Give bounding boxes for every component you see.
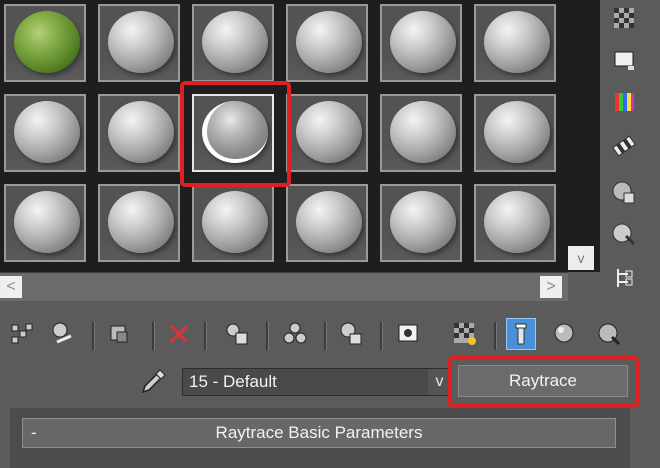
material-preview-sphere [108, 101, 174, 163]
toolbar-separator [152, 322, 155, 350]
material-sample-slot[interactable] [286, 4, 368, 82]
material-preview-sphere [108, 11, 174, 73]
material-sample-slot[interactable] [98, 184, 180, 262]
toolbar-separator [92, 322, 95, 350]
scroll-down-button[interactable]: v [568, 246, 594, 270]
make-preview-icon[interactable] [608, 218, 640, 250]
material-sample-slot[interactable] [380, 184, 462, 262]
backlight-icon[interactable] [608, 44, 640, 76]
scroll-right-button[interactable]: > [540, 276, 562, 298]
scroll-left-button[interactable]: < [0, 276, 22, 298]
assign-to-selection-icon[interactable] [104, 318, 134, 350]
toolbar-separator [494, 322, 497, 350]
material-sample-slot[interactable] [286, 94, 368, 172]
material-sample-slot[interactable] [474, 184, 556, 262]
material-preview-sphere [14, 191, 80, 253]
material-sample-slot[interactable] [98, 94, 180, 172]
show-end-result-icon[interactable] [450, 318, 480, 350]
material-preview-sphere [296, 191, 362, 253]
material-sample-slot[interactable] [192, 4, 274, 82]
background-icon[interactable] [608, 86, 640, 118]
get-material-icon[interactable] [8, 318, 38, 350]
make-unique-icon[interactable] [222, 318, 252, 350]
material-preview-sphere [108, 191, 174, 253]
material-preview-sphere [390, 191, 456, 253]
material-preview-sphere [14, 11, 80, 73]
material-preview-sphere [484, 191, 550, 253]
material-sample-slot[interactable] [98, 4, 180, 82]
video-color-check-icon[interactable] [608, 176, 640, 208]
material-preview-sphere [296, 11, 362, 73]
toolbar-separator [380, 322, 383, 350]
go-forward-sibling-icon[interactable] [550, 318, 580, 350]
pick-material-eyedropper-icon[interactable] [140, 366, 168, 396]
material-preview-sphere [202, 11, 268, 73]
material-sample-slot[interactable] [286, 184, 368, 262]
rollout-title: Raytrace Basic Parameters [215, 423, 423, 442]
sample-slots-grid [0, 0, 600, 272]
show-in-viewport-icon[interactable] [394, 318, 424, 350]
selected-slot-highlight [180, 81, 291, 187]
material-map-navigator-icon[interactable] [594, 318, 624, 350]
material-type-highlight [448, 356, 639, 408]
material-sample-slot[interactable] [474, 94, 556, 172]
material-id-channel-icon[interactable] [336, 318, 366, 350]
sample-type-icon[interactable] [608, 2, 640, 34]
material-preview-sphere [14, 101, 80, 163]
material-sample-slot[interactable] [380, 94, 462, 172]
horizontal-scrollbar[interactable]: < > [0, 272, 568, 301]
material-sample-slot[interactable] [4, 4, 86, 82]
material-preview-sphere [202, 191, 268, 253]
material-preview-sphere [390, 101, 456, 163]
material-sample-slot[interactable] [380, 4, 462, 82]
options-icon[interactable] [608, 262, 640, 294]
put-to-library-icon[interactable] [280, 318, 310, 350]
material-name-field[interactable]: 15 - Default [182, 368, 452, 396]
material-preview-sphere [484, 101, 550, 163]
material-preview-sphere [296, 101, 362, 163]
reset-map-icon[interactable] [164, 318, 194, 350]
put-to-scene-icon[interactable] [48, 318, 78, 350]
toolbar-separator [324, 322, 327, 350]
material-sample-slot[interactable] [4, 184, 86, 262]
material-sample-slot[interactable] [4, 94, 86, 172]
toolbar-separator [266, 322, 269, 350]
toolbar-separator [204, 322, 207, 350]
material-preview-sphere [484, 11, 550, 73]
material-preview-sphere [390, 11, 456, 73]
material-sample-slot[interactable] [192, 184, 274, 262]
raytrace-basic-parameters-rollout[interactable]: - Raytrace Basic Parameters [22, 418, 616, 448]
material-sample-slot[interactable] [474, 4, 556, 82]
go-to-parent-icon[interactable] [506, 318, 536, 350]
sample-uv-tiling-icon[interactable] [608, 130, 640, 162]
